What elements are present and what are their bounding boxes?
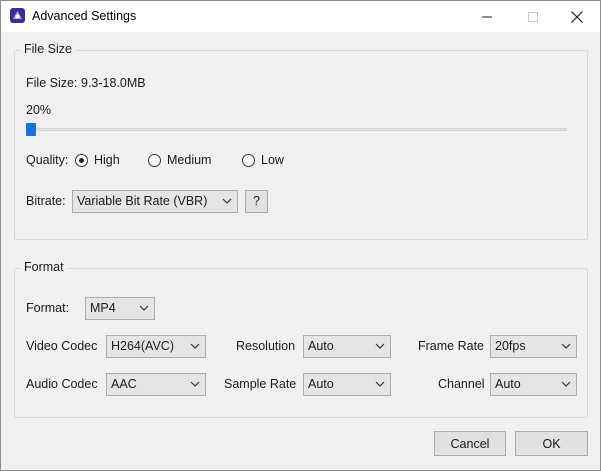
- video-codec-value: H264(AVC): [111, 339, 174, 353]
- resolution-select[interactable]: Auto: [303, 335, 391, 358]
- quality-low-radio[interactable]: [242, 154, 255, 167]
- audio-codec-value: AAC: [111, 377, 137, 391]
- format-select[interactable]: MP4: [85, 297, 155, 320]
- sample-rate-select[interactable]: Auto: [303, 373, 391, 396]
- file-size-legend: File Size: [21, 42, 75, 56]
- chevron-down-icon: [561, 381, 571, 387]
- quality-high-label[interactable]: High: [94, 153, 120, 167]
- format-value: MP4: [90, 301, 116, 315]
- advanced-settings-window: Advanced Settings File Size File Size: 9…: [0, 0, 601, 471]
- resolution-value: Auto: [308, 339, 334, 353]
- window-title: Advanced Settings: [32, 9, 137, 23]
- quality-medium-radio[interactable]: [148, 154, 161, 167]
- maximize-button[interactable]: [510, 1, 556, 32]
- file-size-slider-track[interactable]: [28, 128, 567, 131]
- frame-rate-value: 20fps: [495, 339, 526, 353]
- ok-button[interactable]: OK: [515, 431, 588, 456]
- bitrate-value: Variable Bit Rate (VBR): [77, 194, 208, 208]
- quality-label: Quality:: [26, 153, 69, 167]
- quality-high-radio[interactable]: [75, 154, 88, 167]
- bitrate-label: Bitrate:: [26, 194, 66, 208]
- ok-button-label: OK: [542, 437, 561, 451]
- frame-rate-select[interactable]: 20fps: [490, 335, 577, 358]
- size-percent-text: 20%: [26, 103, 52, 117]
- resolution-label: Resolution: [236, 339, 296, 353]
- channel-label: Channel: [438, 377, 485, 391]
- chevron-down-icon: [375, 381, 385, 387]
- file-size-value: 9.3-18.0MB: [81, 76, 146, 90]
- file-size-slider-thumb[interactable]: [26, 123, 36, 136]
- title-bar: Advanced Settings: [1, 1, 600, 32]
- format-label: Format:: [26, 301, 70, 315]
- sample-rate-value: Auto: [308, 377, 334, 391]
- maximize-icon: [528, 11, 538, 22]
- app-logo-icon: [10, 8, 25, 23]
- chevron-down-icon: [190, 343, 200, 349]
- cancel-button[interactable]: Cancel: [434, 431, 506, 456]
- minimize-button[interactable]: [464, 1, 510, 32]
- channel-select[interactable]: Auto: [490, 373, 577, 396]
- quality-low-label[interactable]: Low: [261, 153, 284, 167]
- bitrate-help-button[interactable]: ?: [245, 190, 268, 213]
- help-button-label: ?: [253, 194, 260, 208]
- chevron-down-icon: [222, 198, 232, 204]
- minimize-icon: [482, 16, 492, 17]
- quality-medium-label[interactable]: Medium: [167, 153, 211, 167]
- frame-rate-label: Frame Rate: [418, 339, 484, 353]
- chevron-down-icon: [375, 343, 385, 349]
- chevron-down-icon: [561, 343, 571, 349]
- bitrate-select[interactable]: Variable Bit Rate (VBR): [72, 190, 238, 213]
- audio-codec-select[interactable]: AAC: [106, 373, 206, 396]
- file-size-label: File Size:: [26, 76, 78, 90]
- chevron-down-icon: [139, 305, 149, 311]
- channel-value: Auto: [495, 377, 521, 391]
- chevron-down-icon: [190, 381, 200, 387]
- close-icon: [571, 10, 583, 23]
- video-codec-label: Video Codec: [26, 339, 98, 353]
- video-codec-select[interactable]: H264(AVC): [106, 335, 206, 358]
- cancel-button-label: Cancel: [450, 437, 490, 451]
- audio-codec-label: Audio Codec: [26, 377, 98, 391]
- close-button[interactable]: [554, 1, 600, 32]
- format-legend: Format: [21, 260, 67, 274]
- sample-rate-label: Sample Rate: [224, 377, 297, 391]
